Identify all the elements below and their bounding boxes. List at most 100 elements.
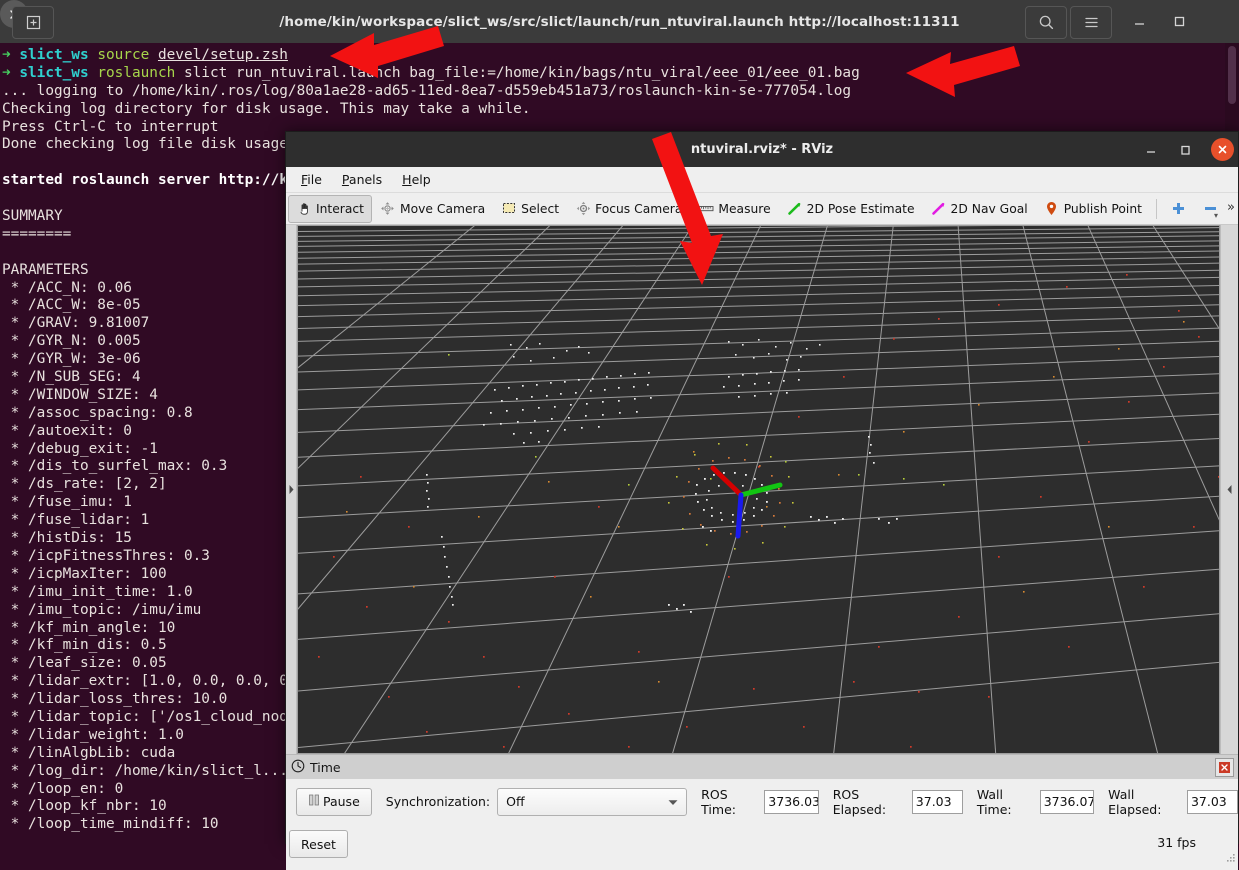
tool-measure[interactable]: Measure — [690, 195, 778, 223]
ros-time-value: 3736.03 — [768, 794, 819, 809]
terminal-span: * /ACC_W: 8e-05 — [2, 297, 141, 314]
terminal-span: * /icpFitnessThres: 0.3 — [2, 547, 210, 564]
terminal-span: source — [97, 47, 158, 63]
left-panel-expand-handle[interactable] — [286, 225, 297, 754]
tool-2d-nav-goal[interactable]: 2D Nav Goal — [923, 195, 1036, 223]
hamburger-menu-icon[interactable] — [1070, 6, 1112, 39]
tool-select[interactable]: Select — [493, 195, 567, 223]
terminal-span: * /loop_time_mindiff: 10 — [2, 816, 219, 833]
tool-interact-label: Interact — [316, 201, 364, 216]
wall-elapsed-field[interactable]: 37.03 — [1186, 789, 1238, 814]
rviz-menubar: File Panels Help — [286, 167, 1238, 193]
minimize-icon[interactable] — [1134, 132, 1168, 167]
terminal-scrollbar-thumb[interactable] — [1228, 46, 1236, 104]
terminal-span: * /imu_init_time: 1.0 — [2, 583, 193, 600]
tool-interact[interactable]: Interact — [288, 194, 372, 223]
terminal-span: Checking log directory for disk usage. T… — [2, 100, 531, 117]
close-icon[interactable] — [1211, 138, 1234, 161]
terminal-span: slict_ws — [19, 64, 98, 81]
terminal-span: * /kf_min_angle: 10 — [2, 619, 176, 636]
maximize-icon[interactable] — [1163, 6, 1195, 37]
tool-select-label: Select — [521, 201, 560, 216]
ros-time-label: ROS Time: — [701, 786, 736, 817]
terminal-span: slict run_ntuviral.launch bag_file:=/hom… — [183, 64, 860, 81]
sync-value: Off — [506, 794, 525, 809]
new-tab-icon[interactable] — [12, 6, 54, 39]
wall-time-label: Wall Time: — [976, 786, 1012, 817]
terminal-span: * /leaf_size: 0.05 — [2, 655, 167, 672]
overflow-chevron-icon[interactable]: » — [1227, 200, 1235, 215]
terminal-span: * /imu_topic: /imu/imu — [2, 601, 202, 618]
terminal-line: ➜ slict_ws source devel/setup.zsh — [2, 47, 1239, 65]
wall-elapsed-label: Wall Elapsed: — [1108, 786, 1162, 817]
terminal-span: * /assoc_spacing: 0.8 — [2, 404, 193, 421]
tool-move-camera[interactable]: Move Camera — [372, 195, 493, 223]
terminal-span: * /autoexit: 0 — [2, 422, 132, 439]
terminal-span: * /ds_rate: [2, 2] — [2, 476, 167, 493]
time-footer-row: Reset 31 fps — [286, 824, 1238, 864]
wall-time-value: 3736.07 — [1043, 794, 1095, 809]
terminal-span: * /WINDOW_SIZE: 4 — [2, 386, 158, 403]
terminal-span: * /GYR_W: 3e-06 — [2, 351, 141, 368]
menu-file[interactable]: File — [293, 170, 330, 189]
reset-button[interactable]: Reset — [289, 830, 348, 858]
tool-2d-pose-estimate[interactable]: 2D Pose Estimate — [779, 195, 923, 223]
rviz-3d-render-view[interactable] — [297, 225, 1220, 754]
hand-cursor-icon — [296, 201, 312, 217]
sync-label: Synchronization: — [385, 794, 491, 809]
terminal-span: ➜ — [2, 64, 20, 81]
terminal-span: * /fuse_imu: 1 — [2, 494, 132, 511]
pause-icon — [308, 794, 320, 809]
close-panel-icon[interactable] — [1215, 758, 1234, 777]
remove-tool-icon[interactable] — [1195, 195, 1227, 223]
rviz-titlebar: ntuviral.rviz* - RViz — [286, 132, 1238, 167]
tool-publish-point-label: Publish Point — [1063, 201, 1142, 216]
maximize-icon[interactable] — [1168, 132, 1202, 167]
terminal-span: * /linAlgbLib: cuda — [2, 744, 176, 761]
rviz-toolbar: Interact Move Camera Select Focus Camera — [286, 193, 1238, 225]
terminal-span: Press Ctrl-C to interrupt — [2, 118, 219, 135]
menu-panels-label: anels — [348, 172, 383, 187]
tool-focus-camera[interactable]: Focus Camera — [567, 195, 690, 223]
ros-elapsed-field[interactable]: 37.03 — [911, 789, 963, 814]
tool-2d-nav-goal-label: 2D Nav Goal — [950, 201, 1028, 216]
map-pin-icon — [1044, 201, 1060, 217]
terminal-span: * /loop_kf_nbr: 10 — [2, 798, 167, 815]
green-arrow-icon — [787, 201, 803, 217]
point-cloud-scene — [298, 226, 1219, 753]
tool-publish-point[interactable]: Publish Point — [1036, 195, 1150, 223]
terminal-span: * /lidar_weight: 1.0 — [2, 726, 184, 743]
terminal-span: * /lidar_loss_thres: 10.0 — [2, 691, 228, 708]
time-panel-header: Time — [286, 755, 1238, 779]
search-icon[interactable] — [1025, 6, 1067, 39]
terminal-titlebar: /home/kin/workspace/slict_ws/src/slict/l… — [0, 0, 1239, 44]
wall-time-field[interactable]: 3736.07 — [1039, 789, 1095, 814]
add-tool-icon[interactable] — [1163, 195, 1195, 223]
terminal-line: ➜ slict_ws roslaunch slict run_ntuviral.… — [2, 65, 1239, 83]
menu-panels[interactable]: Panels — [334, 170, 390, 189]
terminal-span: ======== — [2, 225, 72, 242]
menu-help[interactable]: Help — [394, 170, 439, 189]
ros-time-field[interactable]: 3736.03 — [764, 789, 819, 814]
plus-icon — [1171, 201, 1187, 217]
right-panel-expand-handle[interactable] — [1220, 225, 1238, 754]
terminal-span: * /log_dir: /home/kin/slict_l... — [2, 762, 288, 779]
tool-focus-camera-label: Focus Camera — [595, 201, 683, 216]
terminal-span: * /loop_en: 0 — [2, 780, 124, 797]
ros-elapsed-label: ROS Elapsed: — [832, 786, 887, 817]
time-controls-row: Pause Synchronization: Off ROS Time: 373… — [286, 779, 1238, 824]
select-rect-icon — [501, 201, 517, 217]
terminal-span: * /kf_min_dis: 0.5 — [2, 637, 167, 654]
pause-button-label: Pause — [323, 794, 360, 809]
pause-button[interactable]: Pause — [296, 787, 372, 816]
terminal-line: ... logging to /home/kin/.ros/log/80a1ae… — [2, 83, 1239, 101]
toolbar-separator — [1155, 198, 1157, 219]
resize-grip-icon[interactable] — [1224, 851, 1236, 863]
overflow-caret-icon[interactable]: ▾ — [1214, 211, 1218, 220]
minimize-icon[interactable] — [1123, 6, 1155, 37]
magenta-arrow-icon — [931, 201, 947, 217]
chevron-down-icon — [668, 794, 678, 809]
sync-combobox[interactable]: Off — [497, 787, 688, 816]
terminal-span: * /fuse_lidar: 1 — [2, 512, 150, 529]
rviz-window: ntuviral.rviz* - RViz File Panels Help I… — [285, 131, 1239, 870]
